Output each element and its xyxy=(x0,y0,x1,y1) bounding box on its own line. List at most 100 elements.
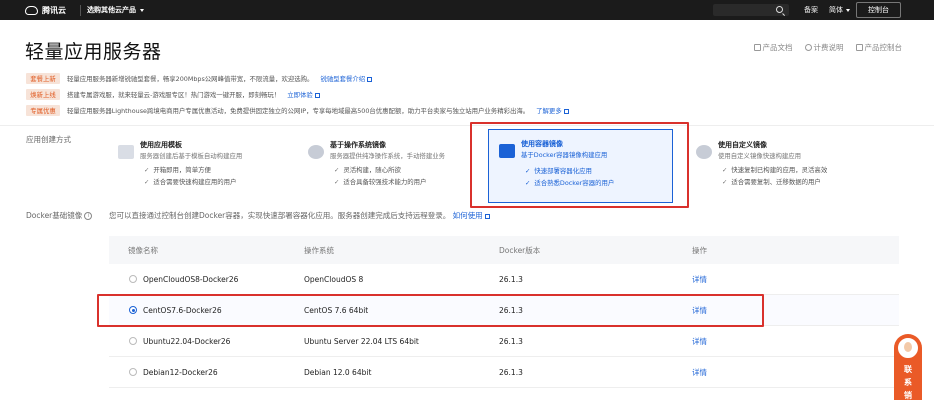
logo[interactable]: 腾讯云 xyxy=(0,5,80,16)
version-cell: 26.1.3 xyxy=(499,367,523,377)
row-radio[interactable] xyxy=(129,306,137,314)
external-link-icon xyxy=(563,108,569,114)
how-to-use-link[interactable]: 如何使用 xyxy=(453,211,490,220)
promo-link[interactable]: 锐驰型套餐介绍 xyxy=(320,74,373,83)
title-links: 产品文档 计费说明 产品控制台 xyxy=(753,42,903,53)
promo-tag: 套餐上新 xyxy=(26,73,60,84)
version-cell: 26.1.3 xyxy=(499,305,523,315)
promo-link-label: 立即体验 xyxy=(287,91,313,99)
search-icon[interactable] xyxy=(776,6,783,13)
nav-divider xyxy=(80,4,81,16)
promo-tag: 专属优惠 xyxy=(26,105,60,116)
method-desc: 服务器提供纯净操作系统，手动搭建业务 xyxy=(330,152,446,160)
version-cell: 26.1.3 xyxy=(499,274,523,284)
contact-sales-button[interactable]: 联 系 销 xyxy=(894,334,922,400)
contact-char: 联 xyxy=(904,365,912,374)
product-console-link-label: 产品控制台 xyxy=(864,43,903,52)
avatar xyxy=(896,336,920,360)
table-row[interactable]: Ubuntu22.04-Docker26 Ubuntu Server 22.04… xyxy=(109,326,899,357)
image-name: Ubuntu22.04-Docker26 xyxy=(143,336,231,346)
promo-link-label: 了解更多 xyxy=(536,107,562,115)
docker-description: 您可以直接通过控制台创建Docker容器，实现快速部署容器化应用。服务器创建完成… xyxy=(109,210,490,221)
method-desc: 使用自定义镜像快速构建应用 xyxy=(718,152,802,160)
image-name: Debian12-Docker26 xyxy=(143,367,218,377)
table-header: 镜像名称 操作系统 Docker版本 操作 xyxy=(109,236,899,264)
method-feature: 适合具备较强技术能力的用户 xyxy=(334,177,426,186)
language-switch[interactable]: 简体 xyxy=(829,5,850,15)
table-row[interactable]: Debian12-Docker26 Debian 12.0 64bit 26.1… xyxy=(109,357,899,388)
product-console-link[interactable]: 产品控制台 xyxy=(855,42,903,53)
table-row[interactable]: CentOS7.6-Docker26 CentOS 7.6 64bit 26.1… xyxy=(109,295,899,326)
promo-text: 轻量应用服务器新增锐驰型套餐，畅享200Mbps公网峰值带宽，不限流量，欢迎选购… xyxy=(67,75,314,83)
question-icon xyxy=(804,44,812,51)
col-header-docker-version: Docker版本 xyxy=(499,245,541,255)
docs-link[interactable]: 产品文档 xyxy=(753,42,793,53)
cloud-logo-icon xyxy=(25,5,38,15)
method-card-custom-image[interactable]: 使用自定义镜像 使用自定义镜像快速构建应用 快速复制已构建的应用，灵活高效 适合… xyxy=(686,131,896,205)
language-label: 简体 xyxy=(829,6,843,14)
how-to-use-label: 如何使用 xyxy=(452,211,483,220)
method-title: 使用容器镜像 xyxy=(521,140,563,148)
console-button[interactable]: 控制台 xyxy=(856,2,901,18)
os-cell: CentOS 7.6 64bit xyxy=(304,305,369,315)
docs-link-label: 产品文档 xyxy=(762,43,793,52)
section-divider xyxy=(0,125,934,126)
chevron-down-icon xyxy=(846,8,850,12)
docker-image-label: Docker基础镜像 i xyxy=(26,210,93,221)
chevron-down-icon xyxy=(140,8,144,12)
contact-char: 销 xyxy=(904,391,912,400)
method-card-os-image[interactable]: 基于操作系统镜像 服务器提供纯净操作系统，手动搭建业务 灵活构建，随心所欲 适合… xyxy=(298,131,474,205)
image-name: OpenCloudOS8-Docker26 xyxy=(143,274,239,284)
template-icon xyxy=(118,145,134,159)
method-feature: 开箱即用，简单方便 xyxy=(144,165,211,174)
row-radio[interactable] xyxy=(129,337,137,345)
os-icon xyxy=(308,145,324,159)
version-cell: 26.1.3 xyxy=(499,336,523,346)
page-title: 轻量应用服务器 xyxy=(25,41,162,63)
method-card-container-image[interactable]: 使用容器镜像 基于Docker容器镜像构建应用 快速部署容器化应用 适合熟悉Do… xyxy=(488,129,673,203)
promo-text: 轻量应用服务器Lighthouse跨境电商用户专属优惠活动，免费提供固定独立的公… xyxy=(67,107,530,115)
method-desc: 服务器创建后基于模板自动构建应用 xyxy=(140,152,243,160)
billing-link-label: 计费说明 xyxy=(813,43,844,52)
table-row[interactable]: OpenCloudOS8-Docker26 OpenCloudOS 8 26.1… xyxy=(109,264,899,295)
info-icon[interactable]: i xyxy=(84,211,93,220)
promo-tag: 焕新上线 xyxy=(26,89,60,100)
detail-link[interactable]: 详情 xyxy=(692,305,842,316)
detail-link[interactable]: 详情 xyxy=(692,336,842,347)
docker-image-label-text: Docker基础镜像 xyxy=(26,211,83,220)
top-search-input[interactable] xyxy=(713,4,789,16)
promo-row: 专属优惠 轻量应用服务器Lighthouse跨境电商用户专属优惠活动，免费提供固… xyxy=(26,105,569,116)
container-icon xyxy=(499,144,515,158)
promo-link[interactable]: 立即体验 xyxy=(287,90,320,99)
method-title: 使用自定义镜像 xyxy=(718,141,767,149)
promo-row: 焕新上线 搭建专属游戏服，就来轻量云-游戏服专区！热门游戏一键开服，即刻畅玩！ … xyxy=(26,89,320,100)
billing-link[interactable]: 计费说明 xyxy=(804,42,844,53)
detail-link[interactable]: 详情 xyxy=(692,274,842,285)
row-radio[interactable] xyxy=(129,275,137,283)
external-link-icon xyxy=(484,213,490,219)
beian-link[interactable]: 备案 xyxy=(804,5,818,15)
os-cell: Ubuntu Server 22.04 LTS 64bit xyxy=(304,336,419,346)
col-header-action: 操作 xyxy=(692,245,707,255)
custom-image-icon xyxy=(696,145,712,159)
method-card-app-template[interactable]: 使用应用模板 服务器创建后基于模板自动构建应用 开箱即用，简单方便 适合需要快速… xyxy=(108,131,284,205)
logo-text: 腾讯云 xyxy=(42,5,66,15)
col-header-os: 操作系统 xyxy=(304,245,334,255)
method-feature: 适合需要复制、迁移数据的用户 xyxy=(722,177,820,186)
row-radio[interactable] xyxy=(129,368,137,376)
promo-link[interactable]: 了解更多 xyxy=(536,106,569,115)
method-feature: 快速复制已构建的应用，灵活高效 xyxy=(722,165,827,174)
method-feature: 快速部署容器化应用 xyxy=(525,166,592,175)
product-menu[interactable]: 选购其他云产品 xyxy=(87,5,144,15)
docker-image-table: 镜像名称 操作系统 Docker版本 操作 OpenCloudOS8-Docke… xyxy=(109,236,899,388)
os-cell: Debian 12.0 64bit xyxy=(304,367,372,377)
method-feature: 适合需要快速构建应用的用户 xyxy=(144,177,236,186)
image-name: CentOS7.6-Docker26 xyxy=(143,305,222,315)
method-title: 基于操作系统镜像 xyxy=(330,141,386,149)
promo-text: 搭建专属游戏服，就来轻量云-游戏服专区！热门游戏一键开服，即刻畅玩！ xyxy=(67,91,281,99)
creation-method-label: 应用创建方式 xyxy=(26,135,71,144)
product-menu-label: 选购其他云产品 xyxy=(87,6,136,14)
method-feature: 灵活构建，随心所欲 xyxy=(334,165,401,174)
docker-desc-text: 您可以直接通过控制台创建Docker容器，实现快速部署容器化应用。服务器创建完成… xyxy=(109,211,451,220)
detail-link[interactable]: 详情 xyxy=(692,367,842,378)
